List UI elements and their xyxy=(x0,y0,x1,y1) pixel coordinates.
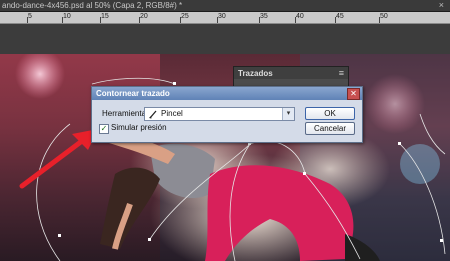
panel-menu-icon[interactable]: ≡ xyxy=(339,68,344,79)
ruler-label: 10 xyxy=(63,13,71,20)
ruler-tick xyxy=(295,17,296,23)
ruler-label: 5 xyxy=(28,13,32,20)
dialog-title: Contornear trazado xyxy=(96,89,170,98)
cancel-button[interactable]: Cancelar xyxy=(305,122,355,135)
ruler-label: 45 xyxy=(336,13,344,20)
tool-label: Herramienta: xyxy=(102,109,149,118)
ruler-label: 25 xyxy=(181,13,189,20)
ruler-label: 15 xyxy=(101,13,109,20)
ruler-tick xyxy=(100,17,101,23)
ruler-tick xyxy=(335,17,336,23)
paths-panel-tab[interactable]: Trazados ≡ xyxy=(233,66,349,80)
ruler-tick xyxy=(139,17,140,23)
dialog-titlebar[interactable]: Contornear trazado ✕ xyxy=(92,87,362,100)
ruler-tick xyxy=(62,17,63,23)
document-tab-title: ando-dance-4x456.psd al 50% (Capa 2, RGB… xyxy=(2,1,183,10)
ruler-tick xyxy=(217,17,218,23)
simulate-pressure-label[interactable]: Simular presión xyxy=(111,123,167,133)
ruler-label: 40 xyxy=(296,13,304,20)
horizontal-ruler: 5 10 15 20 25 30 35 40 45 50 xyxy=(0,12,450,24)
tool-dropdown[interactable]: Pincel ▾ xyxy=(144,107,295,121)
red-arrow-shaft xyxy=(19,135,89,189)
document-tab[interactable]: ando-dance-4x456.psd al 50% (Capa 2, RGB… xyxy=(0,0,450,12)
tool-dropdown-value: Pincel xyxy=(161,109,183,118)
close-icon[interactable]: ✕ xyxy=(347,88,360,100)
ruler-label: 30 xyxy=(218,13,226,20)
workspace-background xyxy=(0,24,450,54)
chevron-down-icon[interactable]: ▾ xyxy=(282,108,294,120)
ruler-label: 50 xyxy=(380,13,388,20)
stroke-path-dialog: Contornear trazado ✕ Herramienta: Pincel… xyxy=(91,86,363,143)
ok-button[interactable]: OK xyxy=(305,107,355,120)
close-icon[interactable]: × xyxy=(439,0,444,11)
ruler-tick xyxy=(27,17,28,23)
ruler-tick xyxy=(379,17,380,23)
ruler-tick xyxy=(180,17,181,23)
ruler-label: 35 xyxy=(260,13,268,20)
brush-icon xyxy=(149,110,157,119)
ruler-label: 20 xyxy=(140,13,148,20)
ruler-tick xyxy=(259,17,260,23)
simulate-pressure-checkbox[interactable]: ✓ xyxy=(99,124,109,134)
